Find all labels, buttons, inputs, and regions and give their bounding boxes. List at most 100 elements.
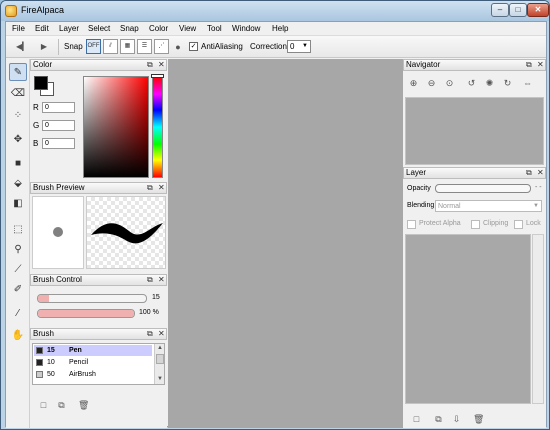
g-input[interactable]: 0 — [42, 120, 75, 131]
bucket-tool-icon[interactable]: ⬙ — [9, 175, 27, 193]
close-icon[interactable]: ✕ — [537, 60, 544, 70]
menu-select[interactable]: Select — [88, 24, 110, 33]
lasso-tool-icon[interactable]: ⚲ — [9, 241, 27, 259]
close-icon[interactable]: ✕ — [537, 168, 544, 178]
new-brush-icon[interactable]: □ — [38, 400, 49, 411]
snap-circle-icon[interactable]: ● — [172, 41, 184, 53]
blending-label: Blending — [407, 202, 435, 209]
snap-parallel-icon[interactable]: ⫽ — [103, 39, 118, 54]
duplicate-brush-icon[interactable]: ⧉ — [56, 400, 67, 411]
protect-alpha-checkbox[interactable] — [407, 220, 416, 229]
menu-tool[interactable]: Tool — [207, 24, 222, 33]
saturation-value-picker[interactable] — [83, 76, 149, 178]
close-icon[interactable]: ✕ — [158, 329, 165, 339]
close-icon[interactable]: ✕ — [158, 183, 165, 193]
brush-control-panel: Brush Control ⧉ ✕ 15 100 % — [30, 274, 167, 324]
close-button[interactable]: ✕ — [527, 3, 549, 17]
hand-tool-icon[interactable]: ✋ — [9, 327, 27, 345]
blending-select[interactable]: Normal ▼ — [435, 200, 542, 212]
app-window: FireAlpaca – □ ✕ File Edit Layer Select … — [0, 0, 550, 430]
list-item[interactable]: 50 AirBrush — [34, 369, 152, 380]
zoom-out-icon[interactable]: ⊖ — [426, 78, 437, 89]
undo-icon[interactable]: ◀▎ — [16, 41, 28, 53]
menu-help[interactable]: Help — [272, 24, 288, 33]
fill-tool-icon[interactable]: ■ — [9, 155, 27, 173]
scroll-thumb[interactable] — [156, 354, 164, 364]
zoom-in-icon[interactable]: ⊕ — [408, 78, 419, 89]
b-input[interactable]: 0 — [42, 138, 75, 149]
menu-layer[interactable]: Layer — [59, 24, 79, 33]
brush-panel-title: Brush — [33, 329, 54, 338]
brush-preview-title: Brush Preview — [33, 183, 85, 192]
float-icon[interactable]: ⧉ — [147, 329, 153, 339]
navigator-preview[interactable] — [405, 97, 544, 165]
new-layer-icon[interactable]: □ — [411, 414, 422, 425]
minimize-button[interactable]: – — [491, 3, 509, 17]
color-panel-title: Color — [33, 60, 53, 69]
delete-layer-icon[interactable]: 🗑 — [473, 414, 484, 425]
brush-preview-header: Brush Preview ⧉ ✕ — [30, 182, 167, 194]
scroll-up-icon[interactable]: ▲ — [155, 344, 164, 353]
list-item[interactable]: 15 Pen — [34, 345, 152, 356]
rotate-right-icon[interactable]: ↻ — [502, 78, 513, 89]
antialiasing-label: AntiAliasing — [201, 42, 243, 51]
move-tool-icon[interactable]: ✥ — [9, 131, 27, 149]
layer-opacity-slider[interactable] — [435, 184, 531, 193]
brush-tool-icon[interactable]: ✎ — [9, 63, 27, 81]
canvas-area[interactable] — [168, 59, 403, 428]
brush-size-slider[interactable] — [37, 294, 147, 303]
snap-perspective-icon[interactable]: ⋰ — [154, 39, 169, 54]
close-icon[interactable]: ✕ — [158, 275, 165, 285]
rotate-left-icon[interactable]: ↺ — [466, 78, 477, 89]
brush-list-scrollbar[interactable]: ▲ ▼ — [154, 344, 164, 384]
scroll-down-icon[interactable]: ▼ — [155, 375, 164, 384]
close-icon[interactable]: ✕ — [158, 60, 165, 70]
correction-select[interactable]: 0 ▼ — [287, 40, 311, 53]
list-item[interactable]: 10 Pencil — [34, 357, 152, 368]
magic-wand-tool-icon[interactable]: ⟋ — [9, 261, 27, 279]
maximize-button[interactable]: □ — [509, 3, 527, 17]
redo-icon[interactable]: ▶ — [38, 41, 50, 53]
float-icon[interactable]: ⧉ — [147, 183, 153, 193]
r-input[interactable]: 0 — [42, 102, 75, 113]
layer-list-scrollbar[interactable] — [532, 234, 544, 404]
select-pen-tool-icon[interactable]: ✐ — [9, 281, 27, 299]
float-icon[interactable]: ⧉ — [147, 275, 153, 285]
select-tool-icon[interactable]: ⬚ — [9, 221, 27, 239]
float-icon[interactable]: ⧉ — [526, 168, 532, 178]
hue-slider-handle[interactable] — [151, 74, 164, 78]
merge-layer-icon[interactable]: ⇩ — [451, 414, 462, 425]
menu-edit[interactable]: Edit — [35, 24, 49, 33]
lock-checkbox[interactable] — [514, 220, 523, 229]
menu-snap[interactable]: Snap — [120, 24, 139, 33]
menu-view[interactable]: View — [179, 24, 196, 33]
menu-file[interactable]: File — [12, 24, 25, 33]
clipping-checkbox[interactable] — [471, 220, 480, 229]
snap-lines-icon[interactable]: ☰ — [137, 39, 152, 54]
menu-window[interactable]: Window — [232, 24, 260, 33]
title-bar[interactable]: FireAlpaca – □ ✕ — [1, 1, 549, 21]
correction-label: Correction — [250, 42, 287, 51]
layer-list[interactable] — [405, 234, 531, 404]
gradient-tool-icon[interactable]: ◧ — [9, 195, 27, 213]
duplicate-layer-icon[interactable]: ⧉ — [433, 414, 444, 425]
chevron-down-icon: ▼ — [302, 43, 308, 49]
eraser-tool-icon[interactable]: ⌫ — [9, 85, 27, 103]
hue-slider[interactable] — [152, 76, 163, 178]
zoom-fit-icon[interactable]: ⊙ — [444, 78, 455, 89]
snap-off-button[interactable]: OFF — [86, 39, 101, 54]
float-icon[interactable]: ⧉ — [147, 60, 153, 70]
snap-grid-icon[interactable]: ▦ — [120, 39, 135, 54]
brush-size-value: 15 — [152, 294, 160, 301]
dot-tool-icon[interactable]: ⁘ — [9, 107, 27, 125]
foreground-color-swatch[interactable] — [34, 76, 48, 90]
float-icon[interactable]: ⧉ — [526, 60, 532, 70]
menu-color[interactable]: Color — [149, 24, 168, 33]
eyedropper-tool-icon[interactable]: ⁄ — [9, 305, 27, 323]
delete-brush-icon[interactable]: 🗑 — [78, 400, 89, 411]
flip-icon[interactable]: ⇔ — [522, 78, 533, 89]
antialiasing-checkbox[interactable]: ✓ — [189, 42, 198, 51]
brush-opacity-slider[interactable] — [37, 309, 135, 318]
rotate-reset-icon[interactable]: ✺ — [484, 78, 495, 89]
layer-panel: Layer ⧉ ✕ Opacity - - Blending Normal ▼ … — [403, 167, 546, 428]
